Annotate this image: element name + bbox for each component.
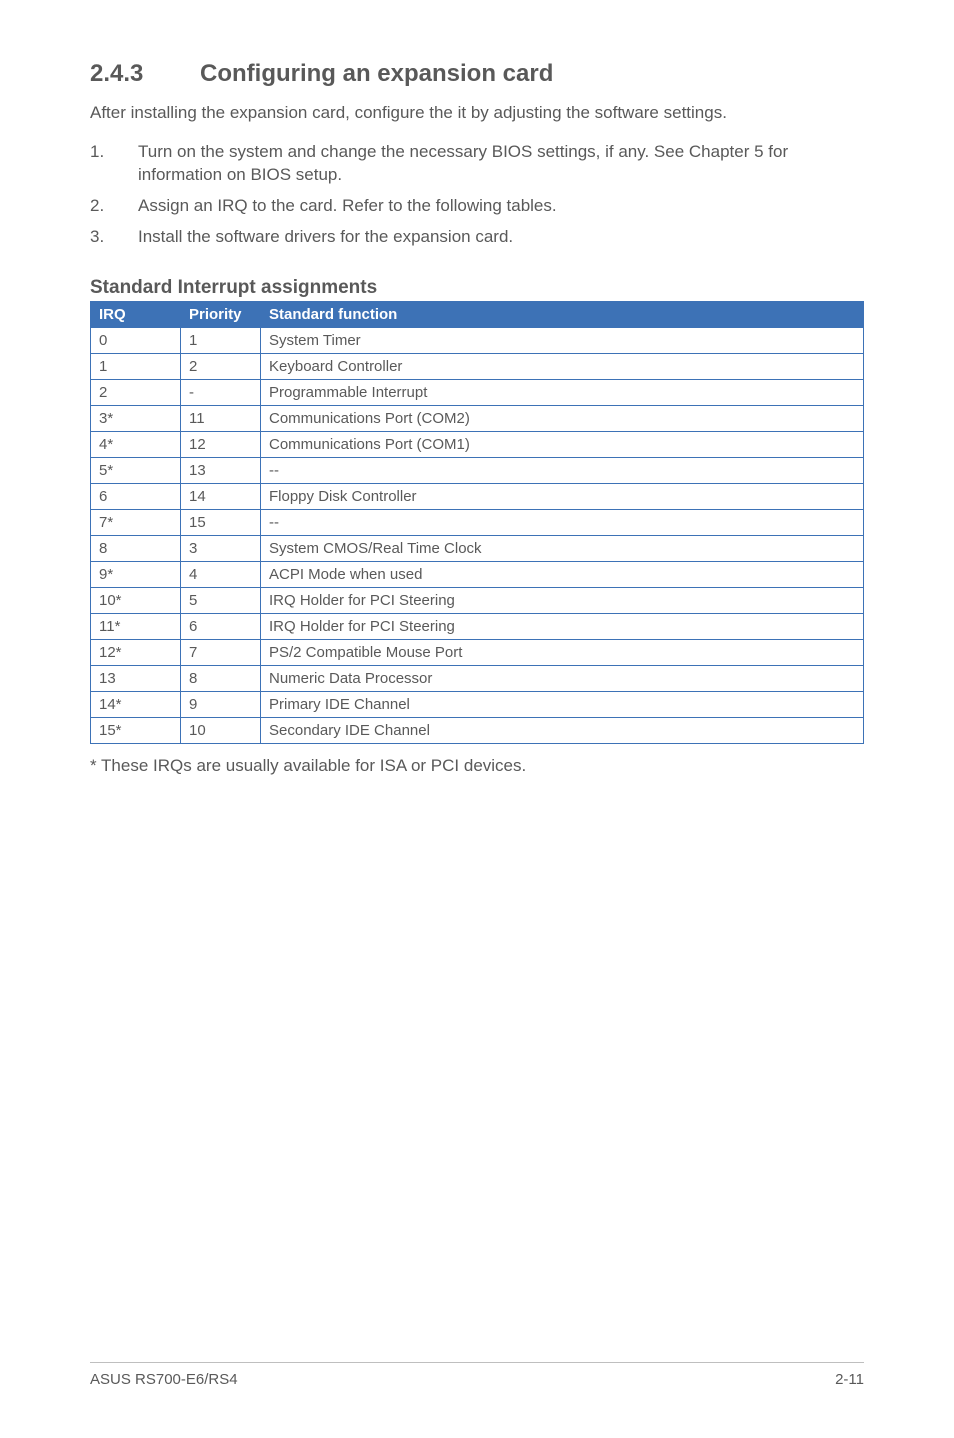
table-row: 01System Timer: [91, 327, 864, 353]
cell-irq: 9*: [91, 561, 181, 587]
step-number: 1.: [90, 141, 138, 187]
intro-paragraph: After installing the expansion card, con…: [90, 102, 864, 125]
footer-page-number: 2-11: [835, 1371, 864, 1388]
cell-irq: 13: [91, 665, 181, 691]
step-text: Assign an IRQ to the card. Refer to the …: [138, 195, 557, 218]
footer-product: ASUS RS700-E6/RS4: [90, 1371, 238, 1388]
table-header-row: IRQ Priority Standard function: [91, 301, 864, 327]
cell-function: Programmable Interrupt: [261, 379, 864, 405]
cell-function: PS/2 Compatible Mouse Port: [261, 639, 864, 665]
col-header-priority: Priority: [181, 301, 261, 327]
cell-irq: 11*: [91, 613, 181, 639]
cell-irq: 15*: [91, 717, 181, 743]
step-item: 2.Assign an IRQ to the card. Refer to th…: [90, 195, 864, 218]
cell-irq: 0: [91, 327, 181, 353]
cell-irq: 4*: [91, 431, 181, 457]
table-row: 5*13--: [91, 457, 864, 483]
cell-function: Numeric Data Processor: [261, 665, 864, 691]
cell-priority: 4: [181, 561, 261, 587]
spacer: [90, 776, 864, 1362]
cell-irq: 7*: [91, 509, 181, 535]
step-number: 2.: [90, 195, 138, 218]
step-text: Install the software drivers for the exp…: [138, 226, 513, 249]
table-row: 15*10Secondary IDE Channel: [91, 717, 864, 743]
section-number: 2.4.3: [90, 60, 200, 88]
table-row: 10*5IRQ Holder for PCI Steering: [91, 587, 864, 613]
cell-function: Primary IDE Channel: [261, 691, 864, 717]
cell-irq: 12*: [91, 639, 181, 665]
cell-function: System Timer: [261, 327, 864, 353]
cell-function: --: [261, 457, 864, 483]
col-header-irq: IRQ: [91, 301, 181, 327]
table-row: 11*6IRQ Holder for PCI Steering: [91, 613, 864, 639]
cell-priority: 1: [181, 327, 261, 353]
cell-irq: 1: [91, 353, 181, 379]
cell-function: Keyboard Controller: [261, 353, 864, 379]
table-row: 14*9Primary IDE Channel: [91, 691, 864, 717]
page-footer: ASUS RS700-E6/RS4 2-11: [90, 1362, 864, 1388]
cell-irq: 8: [91, 535, 181, 561]
table-row: 614Floppy Disk Controller: [91, 483, 864, 509]
cell-function: System CMOS/Real Time Clock: [261, 535, 864, 561]
cell-priority: 15: [181, 509, 261, 535]
col-header-function: Standard function: [261, 301, 864, 327]
cell-function: Communications Port (COM1): [261, 431, 864, 457]
step-number: 3.: [90, 226, 138, 249]
cell-priority: 11: [181, 405, 261, 431]
table-row: 3*11Communications Port (COM2): [91, 405, 864, 431]
cell-function: Floppy Disk Controller: [261, 483, 864, 509]
section-heading: 2.4.3Configuring an expansion card: [90, 60, 864, 88]
cell-priority: 10: [181, 717, 261, 743]
cell-priority: 8: [181, 665, 261, 691]
section-title: Configuring an expansion card: [200, 60, 553, 87]
table-row: 138Numeric Data Processor: [91, 665, 864, 691]
cell-irq: 3*: [91, 405, 181, 431]
cell-irq: 10*: [91, 587, 181, 613]
cell-irq: 14*: [91, 691, 181, 717]
cell-priority: 9: [181, 691, 261, 717]
cell-function: IRQ Holder for PCI Steering: [261, 587, 864, 613]
irq-table: IRQ Priority Standard function 01System …: [90, 301, 864, 744]
cell-irq: 2: [91, 379, 181, 405]
cell-function: Secondary IDE Channel: [261, 717, 864, 743]
table-row: 7*15--: [91, 509, 864, 535]
cell-function: ACPI Mode when used: [261, 561, 864, 587]
cell-function: IRQ Holder for PCI Steering: [261, 613, 864, 639]
table-row: 83System CMOS/Real Time Clock: [91, 535, 864, 561]
cell-irq: 6: [91, 483, 181, 509]
table-row: 9*4ACPI Mode when used: [91, 561, 864, 587]
table-row: 2-Programmable Interrupt: [91, 379, 864, 405]
table-title: Standard Interrupt assignments: [90, 277, 864, 299]
cell-priority: 7: [181, 639, 261, 665]
cell-priority: 14: [181, 483, 261, 509]
step-item: 3.Install the software drivers for the e…: [90, 226, 864, 249]
table-row: 4*12Communications Port (COM1): [91, 431, 864, 457]
cell-function: Communications Port (COM2): [261, 405, 864, 431]
table-row: 12Keyboard Controller: [91, 353, 864, 379]
table-row: 12*7PS/2 Compatible Mouse Port: [91, 639, 864, 665]
cell-priority: 12: [181, 431, 261, 457]
cell-priority: 5: [181, 587, 261, 613]
cell-priority: 3: [181, 535, 261, 561]
cell-priority: 6: [181, 613, 261, 639]
cell-function: --: [261, 509, 864, 535]
step-item: 1.Turn on the system and change the nece…: [90, 141, 864, 187]
table-footnote: * These IRQs are usually available for I…: [90, 756, 864, 776]
cell-irq: 5*: [91, 457, 181, 483]
step-text: Turn on the system and change the necess…: [138, 141, 864, 187]
cell-priority: 2: [181, 353, 261, 379]
cell-priority: 13: [181, 457, 261, 483]
steps-list: 1.Turn on the system and change the nece…: [90, 141, 864, 257]
cell-priority: -: [181, 379, 261, 405]
